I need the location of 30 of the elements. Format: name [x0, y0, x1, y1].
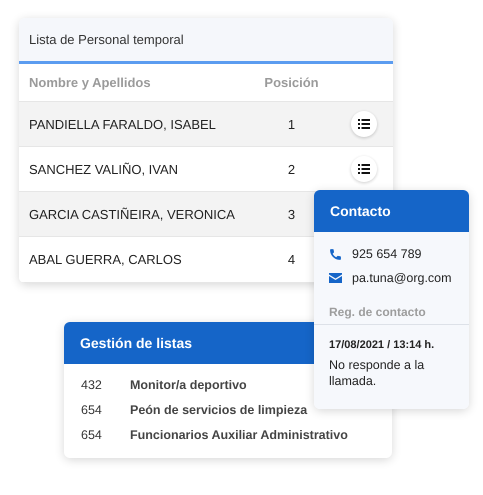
list-menu-button[interactable]: [350, 156, 376, 182]
list-icon: [358, 119, 370, 129]
list-code: 654: [81, 403, 103, 417]
position-cell: 2: [288, 162, 296, 176]
list-code: 432: [81, 378, 103, 392]
phone-number: 925 654 789: [352, 247, 422, 261]
card-title: Lista de Personal temporal: [29, 32, 184, 47]
position-cell: 4: [288, 252, 296, 267]
log-date: 17/08/2021 / 13:14 h.: [329, 339, 436, 351]
mail-icon: [329, 273, 342, 283]
log-note: No responde a la llamada.: [329, 357, 426, 389]
list-name: Monitor/a deportivo: [130, 378, 247, 392]
card-title: Gestión de listas: [80, 335, 192, 351]
position-cell: 1: [288, 116, 296, 132]
column-header: Posición: [264, 75, 319, 90]
email-address: pa.tuna@org.com: [352, 271, 452, 285]
column-header: Nombre y Apellidos: [29, 75, 152, 90]
section-title: Reg. de contacto: [314, 305, 469, 325]
list-name: Funcionarios Auxiliar Administrativo: [130, 428, 348, 442]
list-code: 654: [81, 428, 103, 442]
name-cell-text: PANDIELLA FARALDO, ISABEL: [29, 116, 217, 132]
position-cell: 3: [288, 206, 296, 222]
name-cell-text: SANCHEZ VALIÑO, IVAN: [29, 162, 180, 176]
list-name: Peón de servicios de limpieza: [130, 403, 308, 417]
list-icon: [358, 164, 370, 174]
name-cell-text: ABAL GUERRA, CARLOS: [29, 252, 183, 267]
phone-icon: [329, 248, 342, 260]
card-title: Contacto: [330, 203, 391, 219]
name-cell-text: GARCIA CASTIÑEIRA, VERONICA: [29, 206, 236, 222]
list-menu-button[interactable]: [350, 111, 376, 137]
